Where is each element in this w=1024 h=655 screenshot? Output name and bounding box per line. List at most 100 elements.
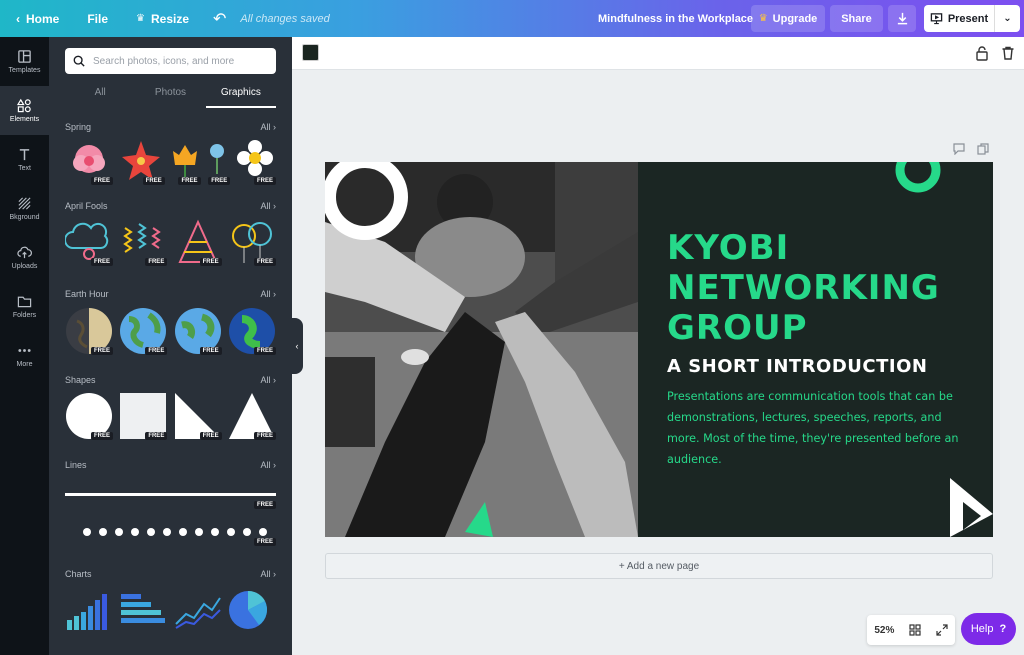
circle-shape[interactable]: FREE	[65, 392, 113, 440]
team-photo[interactable]	[325, 162, 638, 537]
home-label: Home	[26, 11, 60, 26]
help-button[interactable]: Help ?	[961, 613, 1016, 645]
section-header-shapes: Shapes All ›	[65, 375, 276, 385]
flower-graphic[interactable]: FREE	[117, 137, 165, 185]
square-shape[interactable]: FREE	[119, 392, 168, 440]
horizontal-bar-chart-icon	[121, 594, 166, 623]
tab-photos[interactable]: Photos	[135, 84, 205, 108]
flower-graphic[interactable]: FREE	[65, 137, 113, 185]
see-all-link[interactable]: All ›	[260, 289, 276, 299]
comment-icon[interactable]	[953, 143, 965, 155]
flower-graphic[interactable]: FREE	[204, 137, 231, 185]
see-all-link[interactable]: All ›	[260, 375, 276, 385]
slide-subtitle[interactable]: A SHORT INTRODUCTION	[667, 356, 927, 377]
upgrade-button[interactable]: ♛ Upgrade	[751, 5, 825, 32]
section-header-earth-hour: Earth Hour All ›	[65, 289, 276, 299]
slide-body-text[interactable]: Presentations are communication tools th…	[667, 386, 967, 470]
lock-icon[interactable]	[974, 45, 990, 61]
flower-graphic[interactable]: FREE	[169, 137, 201, 185]
see-all-link[interactable]: All ›	[260, 460, 276, 470]
tab-graphics[interactable]: Graphics	[205, 84, 276, 108]
chevron-left-icon: ‹	[16, 11, 20, 26]
party-hat-graphic[interactable]: FREE	[174, 218, 222, 266]
zoom-level[interactable]: 52%	[874, 625, 894, 636]
pie-chart-graphic[interactable]	[228, 590, 276, 638]
team-hands-photo	[325, 162, 638, 537]
rail-item-folders[interactable]: Folders	[0, 282, 49, 331]
panel-tabs: All Photos Graphics	[65, 84, 276, 108]
see-all-link[interactable]: All ›	[260, 122, 276, 132]
globe-graphic[interactable]: FREE	[65, 307, 113, 355]
rail-item-text[interactable]: Text	[0, 135, 49, 184]
spring-thumbs: FREE FREE FREE FREE FREE	[65, 137, 276, 185]
file-menu-button[interactable]: File	[77, 0, 118, 37]
slide-title[interactable]: KYOBI NETWORKING GROUP	[667, 228, 967, 348]
rail-item-templates[interactable]: Templates	[0, 37, 49, 86]
trash-icon[interactable]	[1000, 45, 1016, 61]
templates-icon	[18, 50, 31, 63]
dotted-line	[83, 528, 267, 536]
flower-graphic[interactable]: FREE	[234, 137, 276, 185]
undo-button[interactable]: ↶	[203, 0, 236, 37]
top-bar: ‹ Home File ♛ Resize ↶ All changes saved…	[0, 0, 1024, 37]
resize-button[interactable]: ♛ Resize	[126, 0, 199, 37]
streamers-graphic[interactable]: FREE	[119, 218, 168, 266]
solid-line-graphic[interactable]: FREE	[65, 489, 276, 509]
present-options-button[interactable]: ⌄	[994, 5, 1020, 32]
triangle-shape[interactable]: FREE	[228, 392, 276, 440]
bar-chart-graphic[interactable]	[65, 590, 113, 638]
share-button[interactable]: Share	[830, 5, 883, 32]
search-input[interactable]	[93, 55, 263, 67]
search-box[interactable]	[65, 48, 276, 74]
download-button[interactable]	[888, 5, 916, 32]
fullscreen-icon[interactable]	[936, 624, 948, 636]
tab-all[interactable]: All	[65, 84, 135, 108]
globe-graphic[interactable]: FREE	[119, 307, 168, 355]
side-rail: Templates Elements Text Bkground Uploads…	[0, 37, 49, 655]
text-icon	[19, 149, 30, 161]
horizontal-bar-chart-graphic[interactable]	[119, 590, 167, 638]
section-header-charts: Charts All ›	[65, 569, 276, 579]
duplicate-page-icon[interactable]	[977, 143, 989, 155]
collapse-panel-button[interactable]: ‹	[291, 318, 303, 374]
crown-icon: ♛	[136, 13, 145, 24]
rail-item-more[interactable]: More	[0, 331, 49, 380]
background-color-swatch[interactable]	[302, 44, 319, 61]
right-triangle-shape[interactable]: FREE	[174, 392, 222, 440]
section-header-lines: Lines All ›	[65, 460, 276, 470]
rail-item-elements[interactable]: Elements	[0, 86, 49, 135]
chevron-left-icon: ‹	[295, 341, 299, 351]
slide-canvas[interactable]: KYOBI NETWORKING GROUP A SHORT INTRODUCT…	[325, 162, 993, 537]
rail-item-uploads[interactable]: Uploads	[0, 233, 49, 282]
background-icon	[18, 197, 31, 210]
editor-toolbar	[292, 37, 1024, 70]
see-all-link[interactable]: All ›	[260, 201, 276, 211]
elements-panel: All Photos Graphics Spring All › FREE FR…	[49, 37, 292, 655]
line-chart-graphic[interactable]	[174, 590, 222, 638]
dotted-line-graphic[interactable]: FREE	[65, 524, 276, 546]
upload-icon	[17, 246, 32, 259]
folder-icon	[17, 296, 32, 308]
solid-line	[65, 493, 276, 496]
page-tools	[953, 143, 989, 155]
bar-chart-icon	[67, 594, 107, 630]
section-header-april-fools: April Fools All ›	[65, 201, 276, 211]
more-icon	[18, 349, 31, 352]
see-all-link[interactable]: All ›	[260, 569, 276, 579]
home-button[interactable]: ‹ Home	[0, 0, 69, 37]
globe-graphic[interactable]: FREE	[174, 307, 222, 355]
charts-thumbs	[65, 590, 276, 638]
balloons-graphic[interactable]: FREE	[228, 218, 276, 266]
text-panel	[638, 162, 993, 537]
rail-item-background[interactable]: Bkground	[0, 184, 49, 233]
decorative-shapes	[895, 162, 993, 537]
cloud-graphic[interactable]: FREE	[64, 218, 113, 266]
undo-icon: ↶	[213, 10, 227, 28]
document-title[interactable]: Mindfulness in the Workplace	[598, 0, 753, 37]
grid-view-icon[interactable]	[909, 624, 921, 636]
present-button[interactable]: Present	[924, 5, 994, 32]
pie-chart-icon	[228, 590, 267, 629]
zoom-controls: 52%	[867, 615, 955, 645]
globe-graphic[interactable]: FREE	[228, 307, 276, 355]
add-page-button[interactable]: + Add a new page	[325, 553, 993, 579]
